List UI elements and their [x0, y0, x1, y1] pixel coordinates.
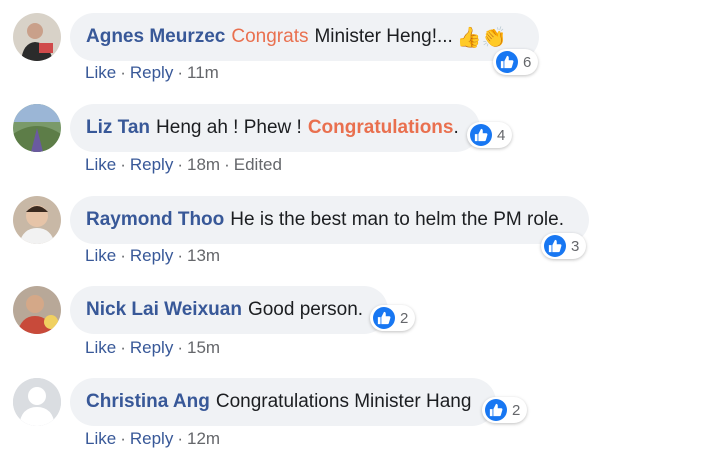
reaction-count: 4 — [497, 126, 506, 144]
avatar-photo-icon — [13, 13, 61, 61]
comment-author[interactable]: Christina Ang — [86, 391, 210, 413]
like-icon — [485, 399, 507, 421]
comment-actions: Like · Reply · 15m — [85, 338, 220, 358]
like-link[interactable]: Like — [85, 63, 116, 82]
avatar-photo-icon — [13, 196, 61, 244]
comment-tail: . — [453, 117, 459, 138]
thumbs-clap-emoji-icon: 👍👏 — [456, 26, 507, 49]
edited-label[interactable]: Edited — [234, 155, 282, 174]
reply-link[interactable]: Reply — [130, 429, 173, 448]
like-icon — [544, 235, 566, 257]
reaction-count: 3 — [571, 237, 580, 255]
comment-text: He is the best man to helm the PM role. — [230, 209, 564, 230]
separator: · — [177, 246, 183, 265]
avatar[interactable] — [13, 378, 61, 426]
reaction-badge[interactable]: 2 — [482, 397, 528, 423]
separator: · — [177, 338, 183, 357]
timestamp[interactable]: 11m — [187, 63, 219, 82]
timestamp[interactable]: 12m — [187, 429, 220, 448]
comment-bubble: Raymond Thoo He is the best man to helm … — [70, 196, 589, 244]
separator: · — [120, 338, 126, 357]
avatar[interactable] — [13, 196, 61, 244]
comment-text: Heng ah ! Phew ! — [156, 117, 302, 138]
timestamp[interactable]: 13m — [187, 246, 220, 265]
reaction-badge[interactable]: 4 — [467, 122, 513, 148]
comment-actions: Like · Reply · 18m · Edited — [85, 155, 282, 175]
comment-bubble: Liz Tan Heng ah ! Phew ! Congratulations… — [70, 104, 480, 152]
like-icon — [373, 307, 395, 329]
comment-author[interactable]: Liz Tan — [86, 117, 150, 139]
reaction-count: 6 — [523, 53, 532, 71]
avatar-photo-icon — [13, 104, 61, 152]
separator: · — [120, 429, 126, 448]
reply-link[interactable]: Reply — [130, 155, 173, 174]
like-link[interactable]: Like — [85, 429, 116, 448]
like-icon — [496, 51, 518, 73]
comment-text: Congratulations Minister Hang — [215, 391, 472, 412]
timestamp[interactable]: 15m — [187, 338, 220, 357]
comment-actions: Like · Reply · 12m — [85, 429, 220, 449]
default-avatar-icon — [13, 378, 61, 426]
separator: · — [120, 63, 126, 82]
comment-actions: Like · Reply · 13m — [85, 246, 220, 266]
separator: · — [120, 155, 126, 174]
reaction-count: 2 — [400, 309, 409, 327]
avatar-photo-icon — [13, 286, 61, 334]
like-link[interactable]: Like — [85, 338, 116, 357]
separator: · — [224, 155, 230, 174]
separator: · — [177, 63, 183, 82]
comment-bubble: Nick Lai Weixuan Good person. — [70, 286, 388, 334]
timestamp[interactable]: 18m — [187, 155, 220, 174]
separator: · — [177, 155, 183, 174]
comment-author[interactable]: Raymond Thoo — [86, 209, 224, 231]
comment-author[interactable]: Agnes Meurzec — [86, 26, 225, 48]
separator: · — [177, 429, 183, 448]
comment-bubble: Christina Ang Congratulations Minister H… — [70, 378, 496, 426]
like-link[interactable]: Like — [85, 155, 116, 174]
reply-link[interactable]: Reply — [130, 246, 173, 265]
avatar[interactable] — [13, 104, 61, 152]
reaction-badge[interactable]: 2 — [370, 305, 416, 331]
like-icon — [470, 124, 492, 146]
reaction-badge[interactable]: 3 — [541, 233, 587, 259]
reaction-count: 2 — [512, 401, 521, 419]
reply-link[interactable]: Reply — [130, 338, 173, 357]
comment-author[interactable]: Nick Lai Weixuan — [86, 299, 242, 321]
comment-bubble: Agnes Meurzec Congrats Minister Heng!...… — [70, 13, 539, 61]
reaction-badge[interactable]: 6 — [493, 49, 539, 75]
separator: · — [120, 246, 126, 265]
reply-link[interactable]: Reply — [130, 63, 173, 82]
comment-text: Good person. — [247, 299, 364, 320]
avatar[interactable] — [13, 286, 61, 334]
comment-highlight: Congratulations — [307, 117, 454, 138]
comment-actions: Like · Reply · 11m — [85, 63, 219, 83]
avatar[interactable] — [13, 13, 61, 61]
like-link[interactable]: Like — [85, 246, 116, 265]
comment-highlight: Congrats — [231, 26, 309, 47]
comment-text: Minister Heng!... — [314, 26, 453, 47]
